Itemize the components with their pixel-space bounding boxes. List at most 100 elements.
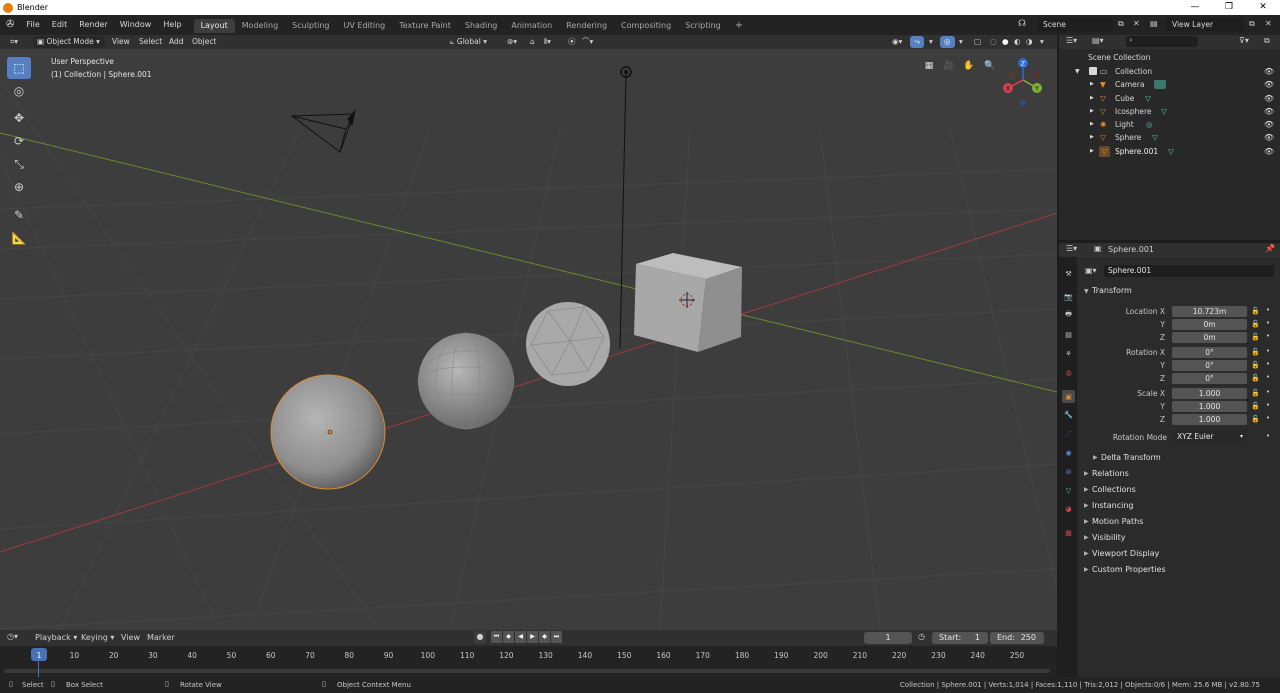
camera-view-icon[interactable]: 🎥 xyxy=(942,59,956,73)
visibility-panel-title[interactable]: Visibility xyxy=(1092,533,1126,542)
motion-paths-panel-title[interactable]: Motion Paths xyxy=(1092,517,1143,526)
relations-expand-icon[interactable]: ▶ xyxy=(1084,470,1089,477)
view-layer-tab-icon[interactable]: ▤ xyxy=(1062,328,1075,341)
pin-icon[interactable]: 📌 xyxy=(1265,244,1275,253)
instancing-panel-title[interactable]: Instancing xyxy=(1092,501,1133,510)
snap-icon[interactable]: ⌂ xyxy=(526,36,539,48)
outliner-row-icosphere[interactable]: ▶ ▽ Icosphere ▽ 👁 xyxy=(1059,105,1280,118)
texture-tab-icon[interactable]: ▩ xyxy=(1062,526,1075,539)
tab-compositing[interactable]: Compositing xyxy=(614,19,678,33)
menu-keying[interactable]: Keying ▾ xyxy=(81,633,114,642)
remove-scene-icon[interactable]: ✕ xyxy=(1133,19,1140,28)
annotate-tool[interactable]: ✎ xyxy=(7,204,31,226)
preview-range-icon[interactable]: ◷ xyxy=(918,632,925,641)
tab-modeling[interactable]: Modeling xyxy=(235,19,285,33)
keyframe-dot-icon[interactable]: • xyxy=(1266,373,1270,381)
menu-marker[interactable]: Marker xyxy=(147,633,175,642)
menu-view[interactable]: View xyxy=(108,36,134,48)
close-window-button[interactable]: ✕ xyxy=(1246,0,1280,15)
menu-add[interactable]: Add xyxy=(165,36,188,48)
data-tab-icon[interactable]: ▽ xyxy=(1062,484,1075,497)
particles-tab-icon[interactable]: ⋰ xyxy=(1062,427,1075,440)
outliner-search-field[interactable]: ⌕ xyxy=(1126,36,1198,47)
collections-panel-title[interactable]: Collections xyxy=(1092,485,1136,494)
sphere-001-visibility-icon[interactable]: 👁 xyxy=(1264,145,1274,158)
move-tool[interactable]: ✥ xyxy=(7,107,31,129)
cursor-tool[interactable]: ◎ xyxy=(7,80,31,102)
custom-properties-panel-title[interactable]: Custom Properties xyxy=(1092,565,1166,574)
rotate-tool[interactable]: ⟳ xyxy=(7,130,31,152)
location-z-field[interactable]: 0m xyxy=(1172,332,1247,343)
delta-transform-title[interactable]: Delta Transform xyxy=(1101,453,1161,462)
outliner-editor-icon[interactable]: ☰▾ xyxy=(1066,36,1077,45)
transform-tool[interactable]: ⊕ xyxy=(7,176,31,198)
visibility-dropdown-icon[interactable]: ◉▾ xyxy=(888,36,906,48)
tab-layout[interactable]: Layout xyxy=(193,19,235,33)
tab-texture-paint[interactable]: Texture Paint xyxy=(392,19,458,33)
shading-dropdown-icon[interactable]: ▾ xyxy=(1036,36,1048,48)
relations-panel-title[interactable]: Relations xyxy=(1092,469,1129,478)
location-y-field[interactable]: 0m xyxy=(1172,319,1247,330)
render-tab-icon[interactable]: 📷 xyxy=(1062,290,1075,303)
collections-expand-icon[interactable]: ▶ xyxy=(1084,486,1089,493)
play-icon[interactable]: ▶ xyxy=(527,631,538,643)
location-x-field[interactable]: 10.723m xyxy=(1172,306,1247,317)
start-frame-field[interactable]: Start: 1 xyxy=(932,632,988,644)
end-frame-field[interactable]: End: 250 xyxy=(990,632,1044,644)
jump-keyframe-forward-icon[interactable]: ◆ xyxy=(539,631,550,643)
collection-checkbox[interactable] xyxy=(1089,67,1097,75)
filter-icon[interactable]: ⊽▾ xyxy=(1239,36,1249,45)
keyframe-dot-icon[interactable]: • xyxy=(1266,388,1270,396)
pivot-icon[interactable]: ⊛▾ xyxy=(503,36,521,48)
snap-target-icon[interactable]: ⫴▾ xyxy=(540,36,555,48)
menu-object[interactable]: Object xyxy=(188,36,220,48)
scale-tool[interactable]: ⤡ xyxy=(7,153,31,175)
lock-icon[interactable]: 🔓 xyxy=(1251,374,1260,382)
maximize-button[interactable]: ❐ xyxy=(1212,0,1246,15)
expand-arrow-icon[interactable]: ▶ xyxy=(1090,105,1094,118)
lock-icon[interactable]: 🔓 xyxy=(1251,389,1260,397)
new-collection-icon[interactable]: ⧉ xyxy=(1264,36,1270,46)
scale-x-field[interactable]: 1.000 xyxy=(1172,388,1247,399)
menu-timeline-view[interactable]: View xyxy=(121,633,140,642)
scale-z-field[interactable]: 1.000 xyxy=(1172,414,1247,425)
view-layer-icon[interactable]: ▤ xyxy=(1150,19,1158,28)
lock-icon[interactable]: 🔓 xyxy=(1251,361,1260,369)
new-view-layer-icon[interactable]: ⧉ xyxy=(1249,19,1255,29)
outliner-row-sphere[interactable]: ▶ ▽ Sphere ▽ 👁 xyxy=(1059,131,1280,144)
orientation-dropdown[interactable]: ⟀ Global ▾ xyxy=(446,36,491,48)
menu-edit[interactable]: Edit xyxy=(46,15,74,35)
pan-view-icon[interactable]: ✋ xyxy=(962,59,976,73)
menu-window[interactable]: Window xyxy=(114,15,158,35)
transform-expand-icon[interactable]: ▼ xyxy=(1084,288,1089,295)
rotation-x-field[interactable]: 0° xyxy=(1172,347,1247,358)
3d-viewport[interactable]: User Perspective (1) Collection | Sphere… xyxy=(0,49,1057,630)
lock-icon[interactable]: 🔓 xyxy=(1251,415,1260,423)
rotation-mode-dropdown[interactable]: XYZ Euler ▾ xyxy=(1172,431,1247,442)
rotation-z-field[interactable]: 0° xyxy=(1172,373,1247,384)
outliner-row-collection[interactable]: ▼ ▭ Collection 👁 xyxy=(1059,65,1280,78)
tab-uv-editing[interactable]: UV Editing xyxy=(337,19,393,33)
gizmo-toggle-icon[interactable]: ⤳ xyxy=(910,36,924,48)
scale-y-field[interactable]: 1.000 xyxy=(1172,401,1247,412)
keyframe-dot-icon[interactable]: • xyxy=(1266,332,1270,340)
minimize-button[interactable]: — xyxy=(1178,0,1212,15)
play-reverse-icon[interactable]: ◀ xyxy=(515,631,526,643)
editor-type-icon[interactable]: ⌗▾ xyxy=(6,36,22,48)
new-scene-icon[interactable]: ⧉ xyxy=(1118,19,1124,29)
output-tab-icon[interactable]: 🖶 xyxy=(1062,309,1075,322)
rotation-y-field[interactable]: 0° xyxy=(1172,360,1247,371)
keyframe-dot-icon[interactable]: • xyxy=(1266,306,1270,314)
transform-panel-title[interactable]: Transform xyxy=(1092,286,1132,295)
icosphere-visibility-icon[interactable]: 👁 xyxy=(1264,105,1274,118)
menu-playback[interactable]: Playback ▾ xyxy=(35,633,77,642)
constraints-tab-icon[interactable]: ⊚ xyxy=(1062,465,1075,478)
tab-sculpting[interactable]: Sculpting xyxy=(285,19,336,33)
display-mode-icon[interactable]: ▤▾ xyxy=(1092,36,1104,45)
blender-menu-icon[interactable]: ✇ xyxy=(0,15,20,35)
properties-editor-icon[interactable]: ☰▾ xyxy=(1066,244,1077,253)
record-icon[interactable]: ● xyxy=(474,631,486,643)
camera-visibility-icon[interactable]: 👁 xyxy=(1264,78,1274,91)
keyframe-dot-icon[interactable]: • xyxy=(1266,347,1270,355)
current-frame-field[interactable]: 1 xyxy=(864,632,912,644)
